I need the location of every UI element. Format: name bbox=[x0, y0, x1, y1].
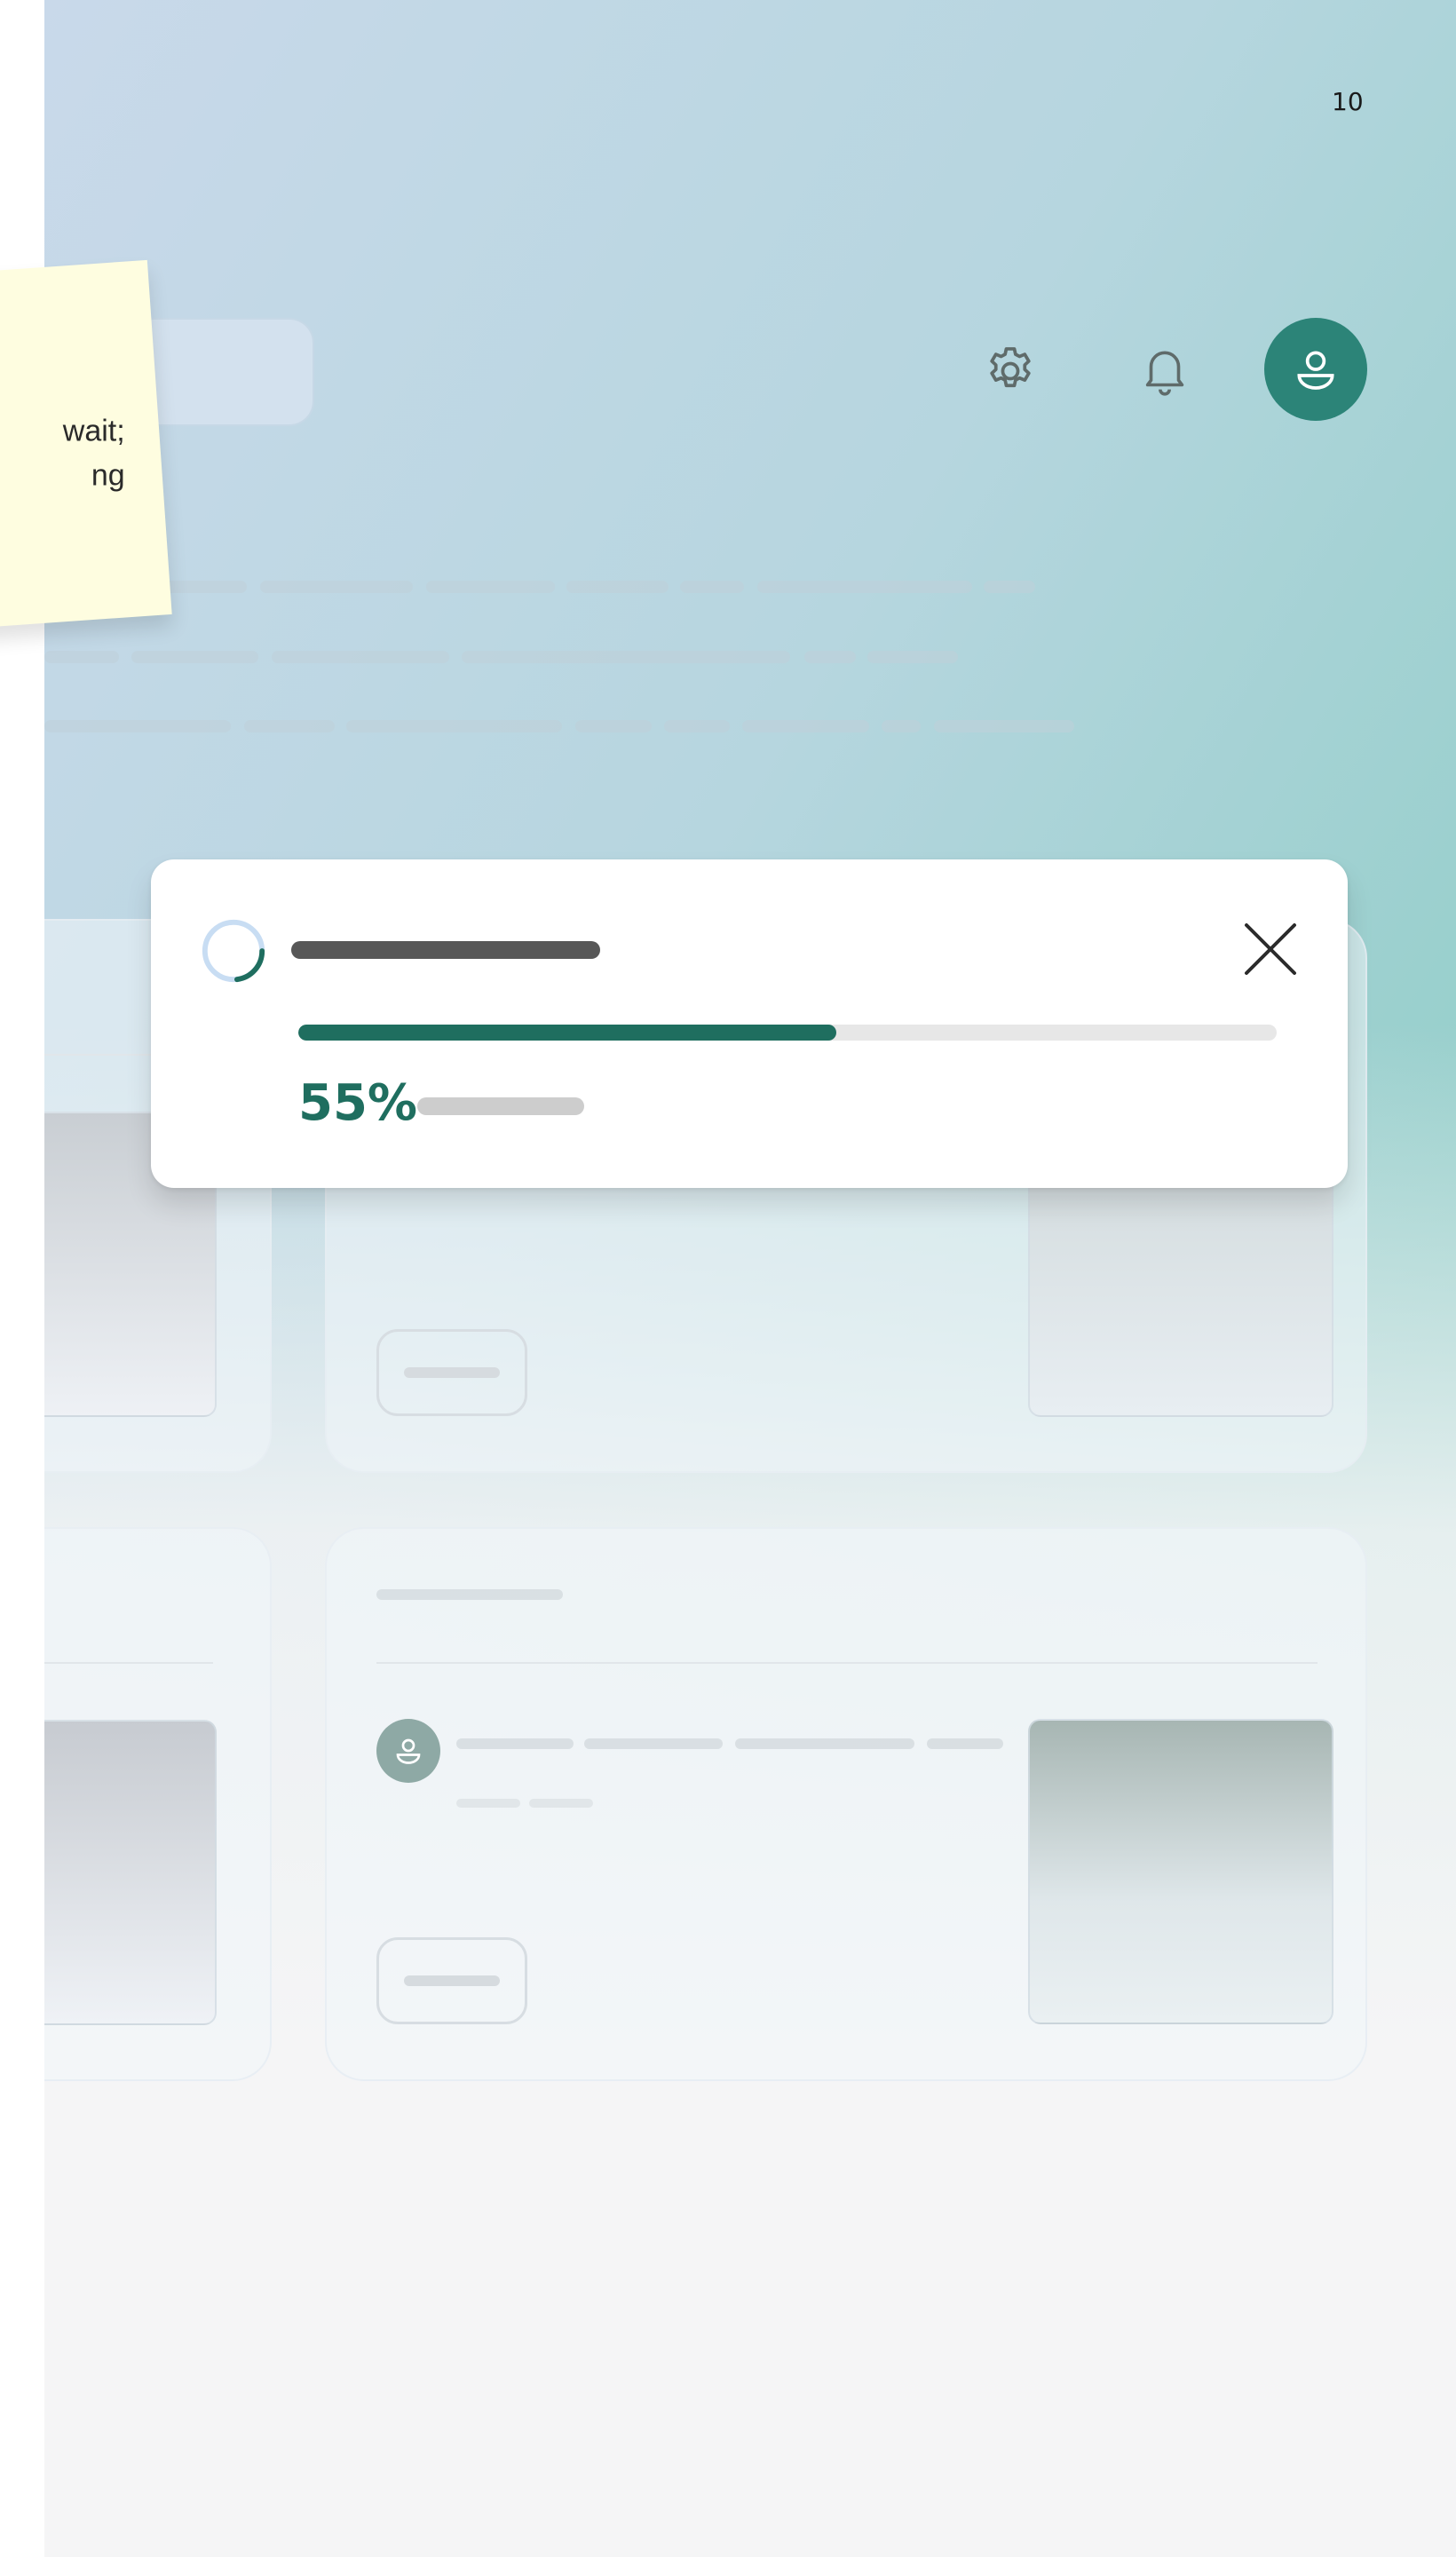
content-card[interactable] bbox=[325, 1527, 1367, 2081]
close-button[interactable] bbox=[1238, 916, 1303, 982]
progress-track bbox=[298, 1025, 1277, 1041]
gear-icon bbox=[990, 347, 1031, 388]
user-icon bbox=[1297, 351, 1334, 390]
app-background: 10 bbox=[44, 0, 1456, 2557]
card-thumbnail bbox=[1028, 1719, 1333, 2024]
user-icon bbox=[396, 1738, 421, 1764]
bell-icon bbox=[1145, 351, 1184, 396]
close-icon bbox=[1245, 923, 1296, 975]
sticky-note[interactable]: wait; ng bbox=[0, 259, 172, 629]
page-number: 10 bbox=[1332, 87, 1364, 116]
progress-percent: 55% bbox=[298, 1074, 418, 1132]
sticky-note-text: wait; ng bbox=[62, 414, 125, 493]
card-action-button[interactable] bbox=[376, 1937, 527, 2024]
card-thumbnail bbox=[44, 1720, 217, 2025]
spinner-icon bbox=[202, 919, 265, 983]
settings-button[interactable] bbox=[975, 336, 1046, 407]
progress-status-placeholder bbox=[417, 1097, 584, 1115]
profile-button[interactable] bbox=[1264, 318, 1367, 421]
progress-dialog: 55% bbox=[151, 859, 1348, 1188]
progress-fill bbox=[298, 1025, 837, 1041]
card-action-button[interactable] bbox=[376, 1329, 527, 1416]
card-divider bbox=[376, 1662, 1318, 1664]
content-card[interactable] bbox=[44, 1527, 272, 2081]
notifications-button[interactable] bbox=[1129, 336, 1200, 407]
dialog-title-placeholder bbox=[291, 941, 600, 959]
author-avatar bbox=[376, 1719, 440, 1783]
card-title-placeholder bbox=[376, 1589, 563, 1600]
card-divider bbox=[44, 1662, 213, 1664]
